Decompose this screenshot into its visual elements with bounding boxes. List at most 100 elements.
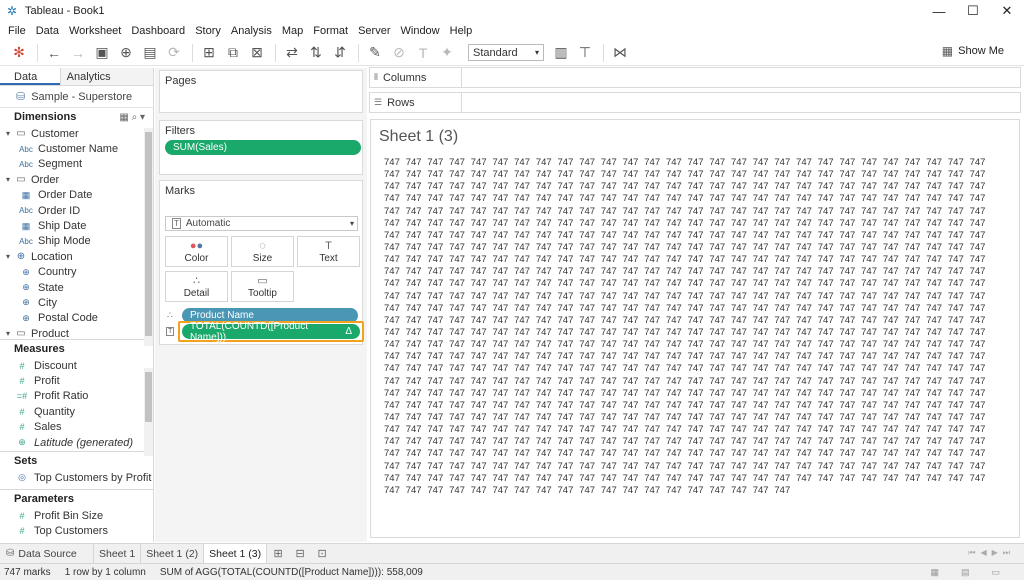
table-cell-value[interactable]: 747: [666, 363, 688, 374]
table-cell-value[interactable]: 747: [905, 412, 927, 423]
detail-button[interactable]: ∴ Detail: [165, 271, 228, 302]
table-cell-value[interactable]: 747: [926, 388, 948, 399]
table-cell-value[interactable]: 747: [688, 412, 710, 423]
table-cell-value[interactable]: 747: [514, 181, 536, 192]
table-cell-value[interactable]: 747: [406, 351, 428, 362]
table-cell-value[interactable]: 747: [818, 412, 840, 423]
table-cell-value[interactable]: 747: [666, 230, 688, 241]
table-cell-value[interactable]: 747: [666, 388, 688, 399]
table-cell-value[interactable]: 747: [406, 412, 428, 423]
table-cell-value[interactable]: 747: [709, 351, 731, 362]
table-cell-value[interactable]: 747: [623, 181, 645, 192]
table-cell-value[interactable]: 747: [449, 448, 471, 459]
table-cell-value[interactable]: 747: [839, 218, 861, 229]
table-cell-value[interactable]: 747: [601, 278, 623, 289]
table-cell-value[interactable]: 747: [731, 230, 753, 241]
table-cell-value[interactable]: 747: [796, 376, 818, 387]
table-cell-value[interactable]: 747: [926, 206, 948, 217]
last-tab-icon[interactable]: ⏭: [1003, 548, 1010, 558]
table-cell-value[interactable]: 747: [883, 169, 905, 180]
menu-format[interactable]: Format: [313, 25, 348, 37]
table-cell-value[interactable]: 747: [861, 181, 883, 192]
table-cell-value[interactable]: 747: [883, 400, 905, 411]
table-cell-value[interactable]: 747: [753, 193, 775, 204]
tab-sheet-1-2[interactable]: Sheet 1 (2): [141, 543, 205, 564]
table-cell-value[interactable]: 747: [926, 169, 948, 180]
table-cell-value[interactable]: 747: [688, 206, 710, 217]
table-cell-value[interactable]: 747: [970, 448, 992, 459]
table-cell-value[interactable]: 747: [818, 448, 840, 459]
table-cell-value[interactable]: 747: [905, 242, 927, 253]
table-cell-value[interactable]: 747: [666, 193, 688, 204]
table-cell-value[interactable]: 747: [688, 193, 710, 204]
table-cell-value[interactable]: 747: [644, 193, 666, 204]
table-cell-value[interactable]: 747: [731, 485, 753, 496]
table-cell-value[interactable]: 747: [471, 278, 493, 289]
table-cell-value[interactable]: 747: [753, 230, 775, 241]
table-cell-value[interactable]: 747: [970, 351, 992, 362]
table-cell-value[interactable]: 747: [471, 315, 493, 326]
table-cell-value[interactable]: 747: [406, 181, 428, 192]
table-cell-value[interactable]: 747: [666, 266, 688, 277]
table-cell-value[interactable]: 747: [449, 473, 471, 484]
table-cell-value[interactable]: 747: [774, 412, 796, 423]
table-cell-value[interactable]: 747: [384, 436, 406, 447]
table-cell-value[interactable]: 747: [731, 448, 753, 459]
table-cell-value[interactable]: 747: [731, 473, 753, 484]
table-cell-value[interactable]: 747: [558, 485, 580, 496]
table-cell-value[interactable]: 747: [558, 412, 580, 423]
table-cell-value[interactable]: 747: [471, 363, 493, 374]
columns-shelf[interactable]: ⦀ Columns: [369, 67, 1021, 88]
table-cell-value[interactable]: 747: [406, 448, 428, 459]
table-cell-value[interactable]: 747: [406, 254, 428, 265]
table-cell-value[interactable]: 747: [471, 412, 493, 423]
table-cell-value[interactable]: 747: [926, 266, 948, 277]
table-cell-value[interactable]: 747: [774, 327, 796, 338]
table-cell-value[interactable]: 747: [666, 254, 688, 265]
table-cell-value[interactable]: 747: [818, 424, 840, 435]
table-cell-value[interactable]: 747: [839, 448, 861, 459]
table-cell-value[interactable]: 747: [536, 351, 558, 362]
table-cell-value[interactable]: 747: [644, 461, 666, 472]
table-cell-value[interactable]: 747: [731, 461, 753, 472]
table-cell-value[interactable]: 747: [666, 181, 688, 192]
table-cell-value[interactable]: 747: [406, 327, 428, 338]
table-cell-value[interactable]: 747: [536, 473, 558, 484]
table-cell-value[interactable]: 747: [883, 291, 905, 302]
table-cell-value[interactable]: 747: [731, 388, 753, 399]
table-cell-value[interactable]: 747: [601, 400, 623, 411]
table-cell-value[interactable]: 747: [818, 303, 840, 314]
table-cell-value[interactable]: 747: [818, 254, 840, 265]
table-cell-value[interactable]: 747: [644, 218, 666, 229]
table-cell-value[interactable]: 747: [688, 266, 710, 277]
table-cell-value[interactable]: 747: [905, 278, 927, 289]
table-cell-value[interactable]: 747: [905, 206, 927, 217]
table-cell-value[interactable]: 747: [774, 363, 796, 374]
table-cell-value[interactable]: 747: [449, 193, 471, 204]
table-cell-value[interactable]: 747: [861, 278, 883, 289]
table-cell-value[interactable]: 747: [709, 193, 731, 204]
dimension-field[interactable]: Abc Ship Mode: [0, 234, 153, 249]
table-cell-value[interactable]: 747: [536, 339, 558, 350]
table-cell-value[interactable]: 747: [427, 303, 449, 314]
table-cell-value[interactable]: 747: [796, 291, 818, 302]
table-cell-value[interactable]: 747: [926, 278, 948, 289]
table-cell-value[interactable]: 747: [839, 461, 861, 472]
pause-updates-icon[interactable]: ▤: [139, 42, 161, 64]
data-source-item[interactable]: ⛁ Sample - Superstore: [0, 86, 153, 108]
table-cell-value[interactable]: 747: [514, 278, 536, 289]
table-cell-value[interactable]: 747: [666, 291, 688, 302]
table-cell-value[interactable]: 747: [471, 303, 493, 314]
new-data-source-icon[interactable]: ⊕: [115, 42, 137, 64]
table-cell-value[interactable]: 747: [970, 193, 992, 204]
table-cell-value[interactable]: 747: [492, 169, 514, 180]
table-cell-value[interactable]: 747: [427, 388, 449, 399]
table-cell-value[interactable]: 747: [471, 193, 493, 204]
table-cell-value[interactable]: 747: [384, 303, 406, 314]
table-cell-value[interactable]: 747: [471, 157, 493, 168]
table-cell-value[interactable]: 747: [579, 436, 601, 447]
table-cell-value[interactable]: 747: [384, 412, 406, 423]
pages-card[interactable]: Pages: [159, 70, 363, 113]
table-cell-value[interactable]: 747: [384, 181, 406, 192]
table-cell-value[interactable]: 747: [709, 157, 731, 168]
